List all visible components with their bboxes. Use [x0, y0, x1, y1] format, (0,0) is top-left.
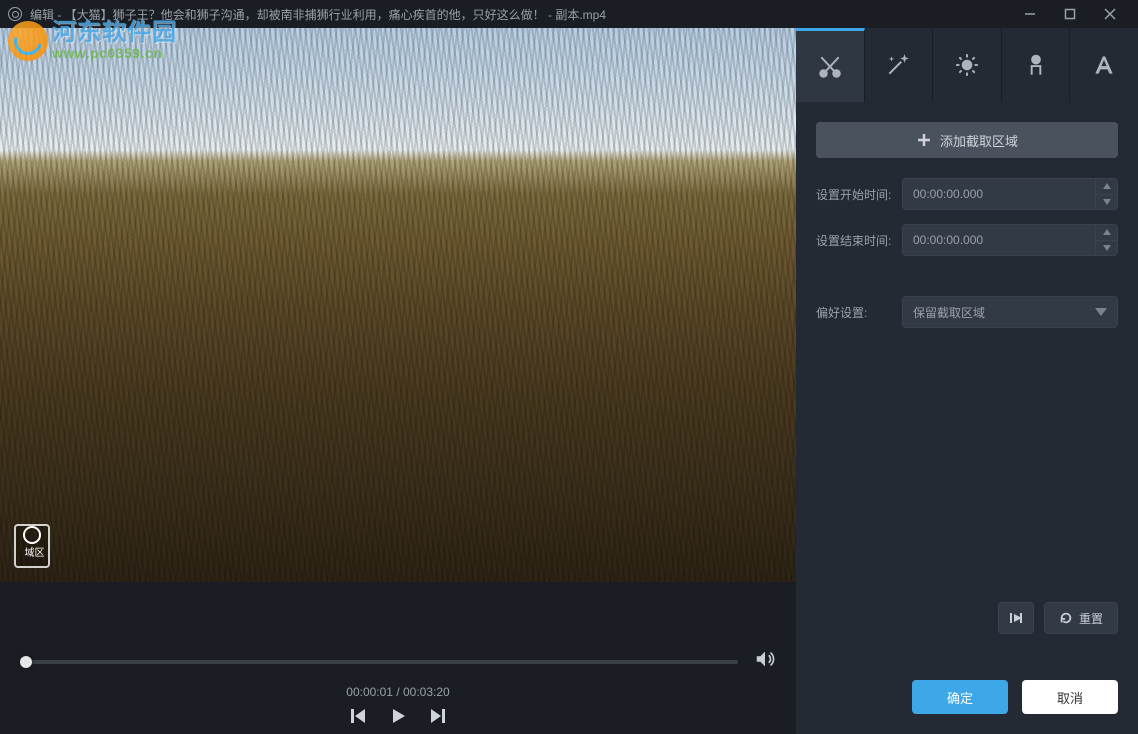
add-region-button[interactable]: 添加截取区域: [816, 122, 1118, 158]
play-button[interactable]: [389, 707, 407, 730]
maximize-button[interactable]: [1050, 0, 1090, 28]
tab-text[interactable]: [1070, 28, 1138, 102]
seek-thumb[interactable]: [20, 656, 32, 668]
app-icon: [8, 7, 22, 21]
cancel-button[interactable]: 取消: [1022, 680, 1118, 714]
end-time-up[interactable]: [1096, 225, 1117, 241]
start-time-input[interactable]: 00:00:00.000: [902, 178, 1118, 210]
add-region-label: 添加截取区域: [940, 131, 1018, 150]
video-preview[interactable]: 区域: [0, 28, 796, 582]
minimize-button[interactable]: [1010, 0, 1050, 28]
end-time-input[interactable]: 00:00:00.000: [902, 224, 1118, 256]
time-display: 00:00:01 / 00:03:20: [20, 685, 776, 699]
ok-button[interactable]: 确定: [912, 680, 1008, 714]
start-time-down[interactable]: [1096, 195, 1117, 210]
watermark: 河东软件园 www.pc0359.cn: [8, 20, 177, 62]
reset-label: 重置: [1079, 610, 1103, 627]
start-time-label: 设置开始时间:: [816, 186, 892, 203]
tool-tabs: [796, 28, 1138, 102]
region-overlay-button[interactable]: 区域: [14, 524, 50, 568]
preference-label: 偏好设置:: [816, 304, 892, 321]
start-time-value: 00:00:00.000: [913, 187, 983, 201]
end-time-label: 设置结束时间:: [816, 232, 892, 249]
watermark-text-cn: 河东软件园: [52, 20, 177, 46]
current-time: 00:00:01: [346, 685, 393, 699]
end-time-down[interactable]: [1096, 241, 1117, 256]
preference-value: 保留截取区域: [913, 304, 985, 321]
end-time-value: 00:00:00.000: [913, 233, 983, 247]
tab-cut[interactable]: [796, 28, 865, 102]
window-controls: [1010, 0, 1130, 28]
player-controls: 00:00:01 / 00:03:20: [0, 582, 796, 734]
side-panel: 添加截取区域 设置开始时间: 00:00:00.000 设置结束时间: 00:0…: [796, 28, 1138, 734]
tab-watermark[interactable]: [1002, 28, 1071, 102]
window-title: 编辑 - 【大猫】狮子王？他会和狮子沟通，却被南非捕狮行业利用，痛心疾首的他，只…: [30, 6, 1010, 23]
volume-icon[interactable]: [754, 648, 776, 675]
start-time-up[interactable]: [1096, 179, 1117, 195]
video-area: 区域 00:00:01 / 00:03:20: [0, 28, 796, 734]
seek-slider[interactable]: [20, 660, 738, 664]
reset-button[interactable]: 重置: [1044, 602, 1118, 634]
tab-adjust[interactable]: [933, 28, 1002, 102]
play-range-button[interactable]: [998, 602, 1034, 634]
chevron-down-icon: [1095, 305, 1107, 319]
watermark-text-url: www.pc0359.cn: [52, 46, 177, 61]
watermark-logo-icon: [8, 21, 48, 61]
preference-select[interactable]: 保留截取区域: [902, 296, 1118, 328]
total-time: 00:03:20: [403, 685, 450, 699]
tab-effects[interactable]: [865, 28, 934, 102]
next-frame-button[interactable]: [429, 707, 447, 730]
close-button[interactable]: [1090, 0, 1130, 28]
prev-frame-button[interactable]: [349, 707, 367, 730]
